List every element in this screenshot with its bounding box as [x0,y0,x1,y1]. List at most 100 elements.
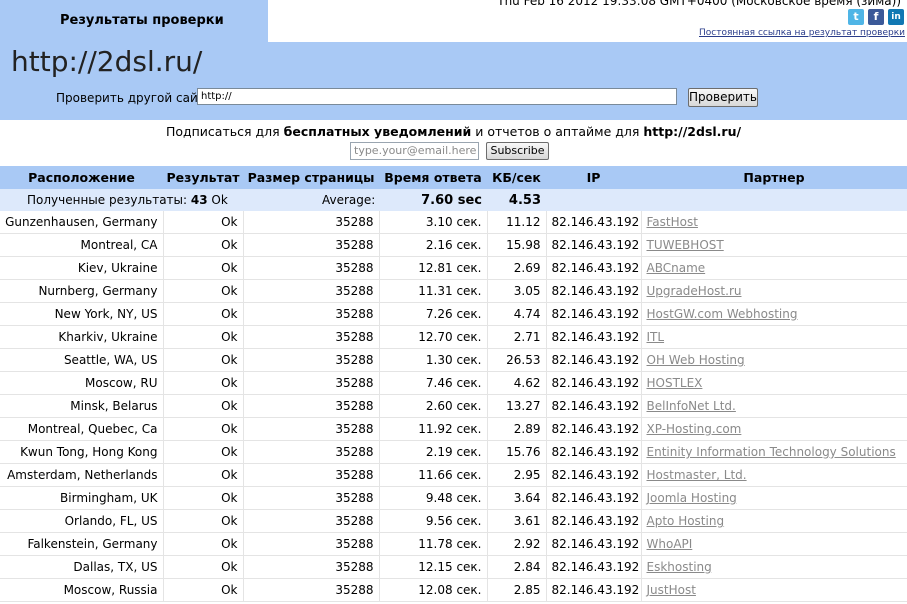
partner-cell: WhoAPI [641,532,907,556]
subscribe-text: Подписаться для бесплатных уведомлений и… [0,124,907,139]
facebook-icon[interactable]: f [868,9,884,25]
partner-cell: UpgradeHost.ru [641,279,907,303]
result-cell: Ok [163,440,244,464]
result-cell: Ok [163,325,244,349]
partner-cell: Hostmaster, Ltd. [641,463,907,487]
partner-link[interactable]: Eskhosting [647,560,712,574]
col-partner: Партнер [641,166,907,189]
summary-status: Ok [211,193,228,207]
result-cell: Ok [163,509,244,533]
kbps-cell: 2.84 [487,555,547,579]
partner-link[interactable]: Joomla Hosting [647,491,737,505]
location-cell: Moscow, RU [0,371,164,395]
partner-cell: ABCname [641,256,907,280]
partner-cell: FastHost [641,211,907,234]
ip-cell: 82.146.43.192 [546,509,642,533]
kbps-cell: 2.95 [487,463,547,487]
page-size-cell: 35288 [243,233,380,257]
result-cell: Ok [163,371,244,395]
check-site-input[interactable]: http:// [197,88,677,105]
col-page-size: Размер страницы [243,166,379,189]
partner-cell: XP-Hosting.com [641,417,907,441]
table-row: Minsk, Belarus Ok 35288 2.60 сек. 13.27 82.14… [0,394,907,418]
subscribe-middle: и отчетов о аптайме для [471,124,644,139]
page-size-cell: 35288 [243,578,380,602]
location-cell: Montreal, CA [0,233,164,257]
partner-link[interactable]: OH Web Hosting [647,353,745,367]
kbps-cell: 15.98 [487,233,547,257]
email-input[interactable]: type.your@email.here [350,142,479,160]
table-row: Birmingham, UK Ok 35288 9.48 сек. 3.64 82.146… [0,486,907,510]
page-size-cell: 35288 [243,256,380,280]
partner-link[interactable]: UpgradeHost.ru [647,284,742,298]
ip-cell: 82.146.43.192 [546,394,642,418]
ip-cell: 82.146.43.192 [546,532,642,556]
location-cell: Kharkiv, Ukraine [0,325,164,349]
subscribe-button[interactable]: Subscribe [486,142,549,160]
location-cell: Falkenstein, Germany [0,532,164,556]
site-url-title: http://2dsl.ru/ [11,45,203,78]
page-size-cell: 35288 [243,394,380,418]
table-row: Amsterdam, Netherlands Ok 35288 11.66 сек. 2… [0,463,907,487]
partner-link[interactable]: HOSTLEX [647,376,703,390]
table-row: Dallas, TX, US Ok 35288 12.15 сек. 2.84 82.14… [0,555,907,579]
result-cell: Ok [163,279,244,303]
response-time-cell: 12.08 сек. [379,578,488,602]
result-cell: Ok [163,211,244,234]
ip-cell: 82.146.43.192 [546,279,642,303]
linkedin-icon[interactable]: in [888,9,904,25]
partner-link[interactable]: WhoAPI [647,537,693,551]
location-cell: Birmingham, UK [0,486,164,510]
response-time-cell: 12.81 сек. [379,256,488,280]
twitter-icon[interactable]: t [848,9,864,25]
check-button[interactable]: Проверить [688,88,758,107]
partner-link[interactable]: Hostmaster, Ltd. [647,468,747,482]
kbps-cell: 3.64 [487,486,547,510]
partner-cell: JustHost [641,578,907,602]
response-time-cell: 1.30 сек. [379,348,488,372]
result-cell: Ok [163,555,244,579]
permalink-link[interactable]: Постоянная ссылка на результат проверки [699,28,905,38]
partner-cell: Apto Hosting [641,509,907,533]
response-time-cell: 7.46 сек. [379,371,488,395]
ip-cell: 82.146.43.192 [546,211,642,234]
kbps-cell: 3.61 [487,509,547,533]
location-cell: New York, NY, US [0,302,164,326]
page-size-cell: 35288 [243,463,380,487]
location-cell: Montreal, Quebec, Ca [0,417,164,441]
table-row: Montreal, CA Ok 35288 2.16 сек. 15.98 82.146.… [0,233,907,257]
location-cell: Orlando, FL, US [0,509,164,533]
ip-cell: 82.146.43.192 [546,325,642,349]
partner-link[interactable]: HostGW.com Webhosting [647,307,798,321]
location-cell: Nurnberg, Germany [0,279,164,303]
result-cell: Ok [163,463,244,487]
ip-cell: 82.146.43.192 [546,463,642,487]
table-row: Seattle, WA, US Ok 35288 1.30 сек. 26.53 82.1… [0,348,907,372]
page-tab-title: Результаты проверки [60,13,224,28]
location-cell: Minsk, Belarus [0,394,164,418]
kbps-cell: 2.71 [487,325,547,349]
partner-cell: OH Web Hosting [641,348,907,372]
check-datetime: Thu Feb 16 2012 19:33:08 GMT+0400 (Моско… [497,0,901,8]
ip-cell: 82.146.43.192 [546,371,642,395]
partner-link[interactable]: JustHost [647,583,696,597]
partner-link[interactable]: ITL [647,330,665,344]
partner-link[interactable]: TUWEBHOST [647,238,724,252]
partner-cell: Eskhosting [641,555,907,579]
partner-link[interactable]: BelInfoNet Ltd. [647,399,736,413]
partner-link[interactable]: FastHost [647,215,698,229]
partner-link[interactable]: Entinity Information Technology Solution… [647,445,896,459]
response-time-cell: 11.66 сек. [379,463,488,487]
col-result: Результат [163,166,243,189]
partner-link[interactable]: XP-Hosting.com [647,422,742,436]
ip-cell: 82.146.43.192 [546,440,642,464]
result-cell: Ok [163,532,244,556]
result-cell: Ok [163,256,244,280]
page-size-cell: 35288 [243,509,380,533]
partner-link[interactable]: ABCname [647,261,706,275]
ip-cell: 82.146.43.192 [546,233,642,257]
ip-cell: 82.146.43.192 [546,256,642,280]
kbps-cell: 2.89 [487,417,547,441]
partner-link[interactable]: Apto Hosting [647,514,725,528]
result-cell: Ok [163,233,244,257]
